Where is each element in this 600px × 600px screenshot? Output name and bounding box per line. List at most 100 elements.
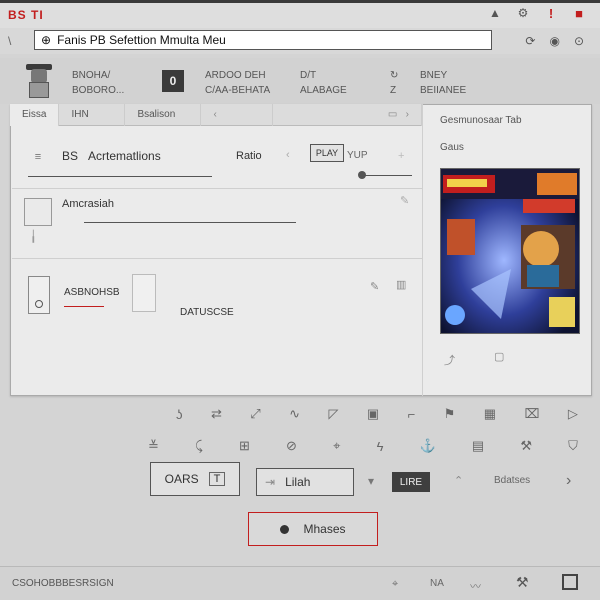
z-icon[interactable]: Z <box>390 83 398 98</box>
toolbar-row-1: ʖ ⇄ ⤢ ∿ ◸ ▣ ⌐ ⚑ ▦ ⌧ ▷ <box>176 406 578 422</box>
row-1-label[interactable]: Acrtematlions <box>88 149 161 163</box>
sources-label[interactable]: Bdatses <box>494 475 530 486</box>
record-icon <box>280 524 290 534</box>
alert-icon[interactable]: ! <box>544 6 558 21</box>
anchor-icon[interactable]: ⚓ <box>420 438 436 454</box>
scope-icon[interactable]: ⊙ <box>574 34 584 48</box>
pin-icon[interactable]: ⌖ <box>392 578 398 591</box>
expand-icon[interactable]: ⤢ <box>250 406 260 422</box>
glasses-icon: ⊕ <box>41 33 52 47</box>
mhases-button-label: Mhases <box>303 522 346 536</box>
divider-2 <box>12 258 422 259</box>
wave-icon[interactable]: ∿ <box>289 406 300 422</box>
header-col-2-line1: ARDOO DEH <box>205 70 266 81</box>
chart-icon[interactable]: ⊞ <box>239 438 250 454</box>
oars-button-label: OARS <box>164 472 199 486</box>
app-badge[interactable]: 0 <box>162 70 184 92</box>
chevron-right-icon[interactable]: › <box>566 472 571 490</box>
play-tag-label: PLAY <box>315 148 339 158</box>
slider-track[interactable] <box>360 175 412 176</box>
mhases-button[interactable]: Mhases <box>248 512 378 546</box>
device-button <box>35 300 43 308</box>
dial-icon[interactable]: ⊘ <box>286 438 297 454</box>
triangle-icon[interactable]: ▲ <box>488 6 502 20</box>
pointer-icon[interactable]: ⤹ <box>195 438 203 454</box>
window-icon[interactable]: ▢ <box>494 350 504 363</box>
lilah-field-label: Lilah <box>285 475 311 489</box>
flag-icon[interactable]: ⚑ <box>444 406 456 422</box>
left-chevron-icon[interactable]: ‹ <box>286 149 290 161</box>
header-col-3-line2: ALABAGE <box>300 85 347 96</box>
oars-button-tag: T <box>208 472 226 486</box>
header-col-2-line2: C/AA-BEHATA <box>205 85 271 96</box>
header-col-1-line2: BOBORO... <box>72 85 125 96</box>
header-col-4-icons: ↻ Z <box>390 68 398 98</box>
avatar[interactable] <box>26 64 52 98</box>
crop-icon[interactable]: ◸ <box>328 406 338 422</box>
refresh-icon[interactable]: ↻ <box>390 68 398 83</box>
share-icon[interactable]: ⤴ <box>444 352 455 368</box>
panel-divider <box>422 104 423 396</box>
device-icon <box>28 276 50 314</box>
link-icon[interactable]: ⌐ <box>408 407 416 422</box>
back-icon[interactable]: \ <box>8 34 11 48</box>
pencil-icon[interactable]: ✎ <box>370 280 379 293</box>
tab-arrows[interactable]: ‹ <box>201 103 274 126</box>
fullscreen-icon[interactable] <box>562 574 578 590</box>
tool-icon[interactable]: ⚒ <box>516 574 529 591</box>
address-bar[interactable]: ⊕ Fanis PB Sefettion Mmulta Meu <box>34 30 492 50</box>
body-shape <box>29 82 49 98</box>
arrow-icon: ⇥ <box>265 475 276 489</box>
play-tag[interactable]: PLAY <box>310 144 344 162</box>
lite-badge[interactable]: LIRE <box>392 472 430 492</box>
device-outline-icon <box>132 274 156 312</box>
row-3-sub-label: DATUSCSE <box>180 307 234 318</box>
game-poster-image[interactable] <box>440 168 580 334</box>
tab-bsalison[interactable]: Bsalison <box>125 103 202 126</box>
play-icon[interactable]: ▷ <box>568 406 578 422</box>
right-panel-label: Gaus <box>440 142 464 153</box>
square-icon[interactable]: ■ <box>572 6 586 21</box>
address-actions: ⟳ ◉ ⊙ <box>525 34 584 48</box>
header-col-3-line1: D/T <box>300 70 317 81</box>
oars-button[interactable]: OARS T <box>150 462 240 496</box>
header-col-4-line2: BEIIANEE <box>420 85 467 96</box>
swap-icon[interactable]: ⇄ <box>211 406 222 422</box>
edit-icon[interactable]: ✎ <box>400 194 409 207</box>
eye-icon[interactable]: ◉ <box>549 34 559 48</box>
right-panel-title: Gesmunosaar Tab <box>440 115 522 126</box>
tab-next[interactable]: ▭ › <box>273 103 422 126</box>
trash-icon[interactable]: ⌧ <box>525 406 540 422</box>
header-col-2: ARDOO DEH C/AA-BEHATA <box>205 68 270 98</box>
shield-icon[interactable]: ⛉ <box>568 438 578 454</box>
bell-icon[interactable]: ▾ <box>368 474 374 488</box>
header-col-4-line1: BNEY <box>420 70 448 81</box>
hook-icon[interactable]: ʖ <box>176 407 183 422</box>
plus-icon[interactable]: + <box>398 150 404 162</box>
zig-icon[interactable]: ϟ <box>377 439 384 454</box>
row-3-label[interactable]: ASBNOHSB <box>64 287 120 298</box>
slider-knob[interactable] <box>358 171 366 179</box>
window-controls: ▲ ⚙ ! ■ <box>488 6 586 21</box>
gear-icon[interactable]: ⚙ <box>516 6 530 20</box>
hammer-icon[interactable]: ⚒ <box>520 438 532 454</box>
wave-icon[interactable]: 〰 <box>470 578 481 594</box>
row-2-label[interactable]: Amcrasiah <box>62 198 114 210</box>
box-icon[interactable]: ▤ <box>472 438 484 454</box>
refresh-icon[interactable]: ⟳ <box>525 34 535 48</box>
app-logo: BS TI <box>8 8 44 22</box>
film-icon[interactable]: ▦ <box>484 406 496 422</box>
header-col-4: BNEY BEIIANEE <box>420 68 466 98</box>
chevron-up-icon[interactable]: ⌃ <box>454 474 463 487</box>
frame-icon[interactable]: ▣ <box>367 406 379 422</box>
menu-icon[interactable]: ≚ <box>148 438 159 454</box>
tab-eissa[interactable]: Eissa <box>10 103 60 126</box>
trash-icon[interactable]: ▥ <box>396 278 406 291</box>
status-text: CSOHOBBBESRSIGN <box>12 578 114 589</box>
row-3-accent-line <box>64 306 104 307</box>
row-1-prefix: BS <box>62 149 79 163</box>
header-col-3: D/T ALABAGE <box>300 68 347 98</box>
lilah-field[interactable]: ⇥ Lilah <box>256 468 354 496</box>
tab-ihn[interactable]: IHN <box>59 103 126 126</box>
tag-icon[interactable]: ⌖ <box>333 438 340 454</box>
